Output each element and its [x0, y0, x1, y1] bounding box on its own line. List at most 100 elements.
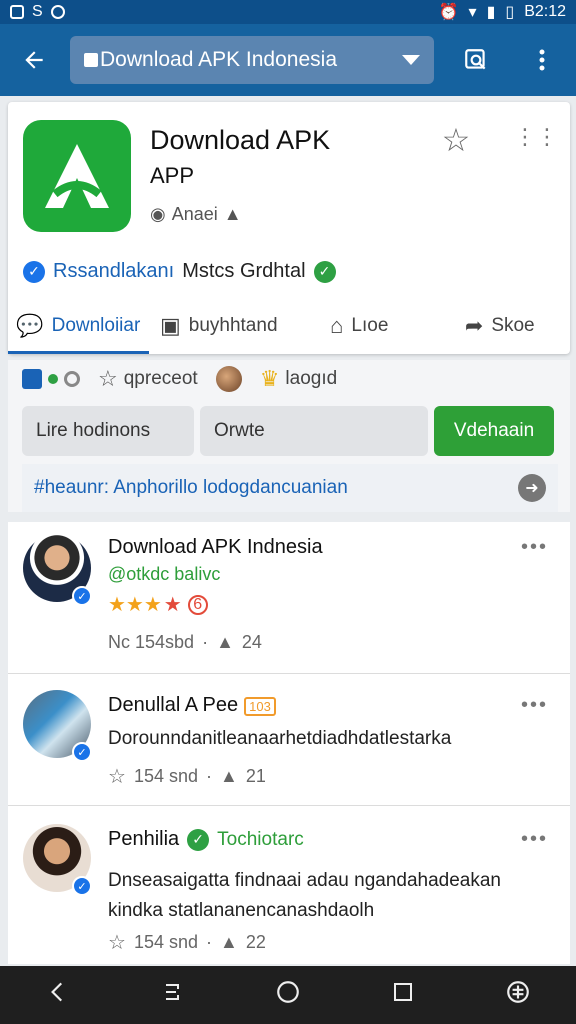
download-button[interactable]: Vdehaain: [434, 406, 554, 456]
post-count: 24: [241, 632, 262, 652]
chat-bubble-icon: 💬: [16, 313, 44, 338]
app-bar: Download APK Indonesia: [0, 24, 576, 96]
stat-rating-text: qpreceot: [123, 368, 198, 389]
post-tag: 103: [244, 697, 276, 716]
separator-dot: ·: [206, 932, 212, 952]
more-horiz-icon[interactable]: •••: [521, 828, 548, 851]
developer-name: Anaei: [171, 204, 218, 224]
tab-download-label: Downloiiar: [51, 315, 141, 336]
search-field[interactable]: Download APK Indonesia: [70, 36, 434, 84]
arrow-left-icon[interactable]: [10, 36, 58, 84]
s-notification-icon: S: [32, 3, 43, 20]
list-item[interactable]: ✓ Download APK Indnesia ••• @otkdc baliv…: [8, 522, 570, 674]
write-button[interactable]: Orwte: [200, 406, 428, 456]
battery-icon: ▯: [505, 4, 515, 21]
signal-icon: ▮: [486, 4, 496, 21]
list-item[interactable]: ✓ Denullal A Pee 103 ••• Dorounndanitlean…: [8, 674, 570, 806]
star-icon[interactable]: ☆: [438, 122, 474, 158]
more-vert-icon[interactable]: [518, 36, 566, 84]
more-options-icon[interactable]: ⋮⋮: [514, 124, 558, 150]
lock-badge-icon: [22, 369, 42, 389]
verified-icon: ✓: [72, 742, 92, 762]
recents-nav-icon[interactable]: [391, 980, 415, 1011]
post-author[interactable]: Download APK Indnesia: [108, 536, 323, 559]
verified-icon: ✓: [72, 876, 92, 896]
home-nav-icon[interactable]: [275, 979, 301, 1012]
post-meta: Nc 154sbd · ▲ 24: [108, 632, 262, 653]
post-author[interactable]: Penhilia ✓ Tochiotarc: [108, 828, 304, 851]
star-red-icon: ★: [163, 594, 182, 616]
post-author[interactable]: Denullal A Pee 103: [108, 694, 276, 717]
post-count: 22: [245, 932, 266, 952]
arrow-right-icon[interactable]: ➜: [518, 474, 546, 502]
people-icon: ▲: [220, 932, 238, 952]
tab-share[interactable]: ➦ Skoe: [430, 298, 571, 354]
star-outline-icon: ☆: [98, 366, 118, 391]
share-icon: ➦: [464, 313, 484, 338]
tab-bar: 💬 Downloiiar ▣ buyhhtand ⌂ Lıoe ➦ Skoe: [8, 298, 570, 354]
post-text: Dorounndanitleanaarhetdiadhdatlestarka: [108, 728, 452, 749]
accessibility-nav-icon[interactable]: [505, 979, 531, 1012]
post-text-line2: kindka statlananencanashdaolh: [108, 900, 375, 921]
button-row: Lire hodinons Orwte Vdehaain: [22, 406, 554, 456]
verified-text-2: Mstcs Grdhtal: [182, 260, 306, 282]
stat-user[interactable]: [215, 366, 242, 392]
post-stat: 154 snd: [133, 766, 198, 786]
post-meta: ☆ 154 snd · ▲ 21: [108, 764, 266, 789]
search-window-icon[interactable]: [452, 36, 500, 84]
home-icon: ⌂: [330, 313, 344, 338]
post-author-name: Denullal A Pee: [108, 694, 239, 716]
check-icon: ✓: [313, 260, 336, 283]
app-title-line1: Download APK: [150, 125, 331, 155]
chevron-down-icon[interactable]: [402, 55, 420, 65]
tab-download[interactable]: 💬 Downloiiar: [8, 298, 149, 354]
verified-icon: ✓: [72, 586, 92, 606]
post-text: Dnseasaigatta findnaai adau ngandahadeak…: [108, 866, 501, 926]
hashtag-text: #heaunr: Anphorillo lodogdancuanian: [34, 477, 348, 498]
actions-panel: ☆ qpreceot ♛ laogıd Lire hodinons Orwte …: [8, 360, 570, 512]
verified-text: Rssandlakanı: [53, 260, 175, 282]
tab-live-label: Lıoe: [351, 315, 389, 336]
people-icon: ▲: [220, 766, 238, 786]
post-text-line1: Dnseasaigatta findnaai adau ngandahadeak…: [108, 870, 501, 891]
app-logo-icon: [23, 120, 131, 232]
stat-premium[interactable]: ♛ laogıd: [260, 366, 338, 392]
search-value: Download APK Indonesia: [100, 48, 337, 71]
hashtag-bar[interactable]: #heaunr: Anphorillo lodogdancuanian ➜: [22, 464, 558, 512]
app-title-line2: APP: [150, 163, 195, 188]
tab-buy[interactable]: ▣ buyhhtand: [149, 298, 290, 354]
avatar: [215, 366, 242, 392]
post-feed: ✓ Download APK Indnesia ••• @otkdc baliv…: [8, 522, 570, 964]
check-icon: ✓: [187, 828, 210, 851]
star-filled-icon: ★★★: [108, 594, 162, 616]
verified-icon: ✓: [23, 260, 45, 283]
back-nav-icon[interactable]: [45, 979, 71, 1012]
post-handle: Tochiotarc: [217, 828, 304, 850]
post-stat: 154 snd: [133, 932, 198, 952]
dev-icon: ◉: [150, 204, 166, 224]
post-author-name: Penhilia: [108, 828, 180, 850]
post-stat: Nc 154sbd: [108, 632, 195, 652]
stat-likes[interactable]: [22, 369, 80, 389]
more-horiz-icon[interactable]: •••: [521, 536, 548, 559]
verified-row: ✓ Rssandlakanı Mstcs Grdhtal ✓: [23, 260, 336, 283]
more-horiz-icon[interactable]: •••: [521, 694, 548, 717]
star-outline-icon: ☆: [108, 932, 126, 954]
tab-live[interactable]: ⌂ Lıoe: [289, 298, 430, 354]
wifi-icon: ▾: [468, 4, 477, 21]
menu-nav-icon[interactable]: [161, 980, 185, 1011]
lock-icon: [84, 53, 98, 67]
post-meta: ☆ 154 snd · ▲ 22: [108, 930, 266, 955]
list-item[interactable]: ✓ Penhilia ✓ Tochiotarc ••• Dnseasaigatt…: [8, 806, 570, 964]
message-icon: ▣: [159, 313, 181, 338]
rating-stars: ★★★ ★ 6: [108, 592, 208, 617]
status-bar: S ⏰ ▾ ▮ ▯ B2:12: [0, 0, 576, 24]
alarm-icon: ⏰: [438, 4, 459, 21]
app-header-card: Download APK APP ☆ ⋮⋮ ◉ Anaei ▲ ✓ Rssand…: [8, 102, 570, 354]
stats-row: ☆ qpreceot ♛ laogıd: [22, 366, 337, 392]
tab-buy-label: buyhhtand: [188, 315, 278, 336]
stat-rating[interactable]: ☆ qpreceot: [98, 366, 198, 392]
clock: B2:12: [524, 3, 566, 20]
profile-icon: ▲: [223, 204, 242, 224]
info-button[interactable]: Lire hodinons: [22, 406, 194, 456]
